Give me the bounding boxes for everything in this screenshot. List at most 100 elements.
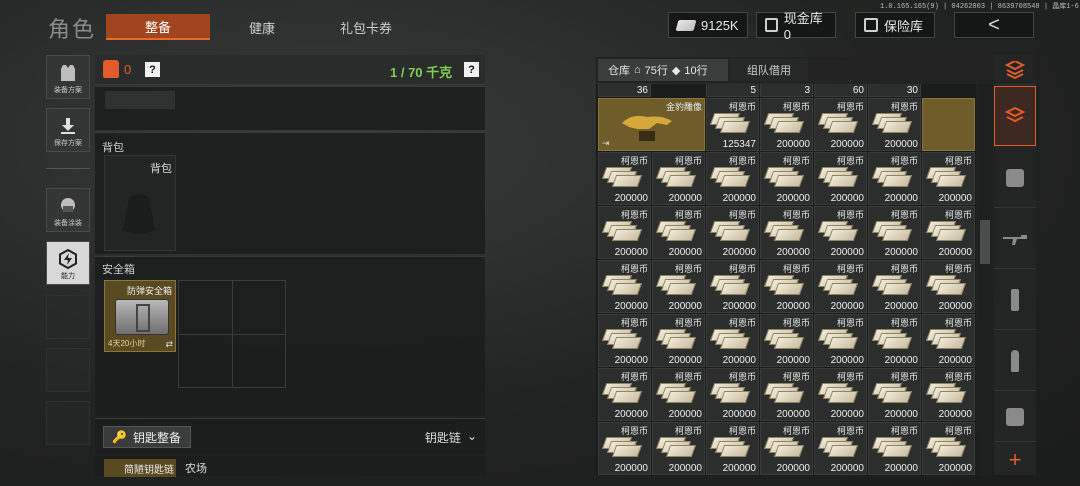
warehouse-item-coin[interactable]: 柯恩币 200000 [922, 206, 975, 259]
category-accessories[interactable] [994, 392, 1036, 442]
warehouse-item-golden-statue[interactable] [922, 98, 975, 151]
warehouse-item-coin[interactable]: 柯恩币 200000 [760, 98, 813, 151]
coin-bundle-icon [763, 275, 805, 297]
category-weapons[interactable] [994, 209, 1036, 269]
warehouse-item-coin[interactable]: 柯恩币 200000 [868, 314, 921, 367]
safebox-item[interactable]: 防弹安全箱 4天20小时 ⇄ [104, 280, 176, 352]
tab-health[interactable]: 健康 [210, 14, 314, 40]
warehouse-item-coin[interactable]: 柯恩币 200000 [814, 260, 867, 313]
category-armor[interactable] [994, 148, 1036, 208]
cash-vault-button[interactable]: 现金库 0 [756, 11, 836, 42]
warehouse-item-coin[interactable]: 柯恩币 200000 [706, 206, 759, 259]
add-button[interactable]: + [994, 446, 1036, 474]
tab-warehouse[interactable]: 仓库 ⌂ 75行 ◆ 10行 [598, 59, 728, 81]
currency-display[interactable]: 9125K [668, 12, 748, 38]
warehouse-item-coin[interactable]: 柯恩币 200000 [598, 260, 651, 313]
warehouse-item-coin[interactable]: 柯恩币 200000 [598, 206, 651, 259]
warehouse-item-coin[interactable]: 柯恩币 125347 [706, 98, 759, 151]
coin-bundle-icon [655, 221, 697, 243]
warehouse-item-coin[interactable]: 柯恩币 200000 [706, 422, 759, 475]
warehouse-item-coin[interactable]: 柯恩币 200000 [922, 368, 975, 421]
insurance-vault-button[interactable]: 保险库 [855, 12, 935, 38]
warehouse-item-coin[interactable]: 柯恩币 200000 [922, 260, 975, 313]
warehouse-item-coin[interactable]: 柯恩币 200000 [706, 152, 759, 205]
warehouse-item-golden-leopard[interactable]: 金豹雕像 ⇥ [598, 98, 705, 151]
item-count: 200000 [830, 301, 864, 312]
warehouse-item-coin[interactable]: 柯恩币 200000 [598, 152, 651, 205]
warehouse-item-coin[interactable]: 柯恩币 200000 [652, 260, 705, 313]
warehouse-item-coin[interactable]: 柯恩币 200000 [760, 422, 813, 475]
warehouse-item-coin[interactable]: 柯恩币 200000 [598, 368, 651, 421]
swap-icon[interactable]: ⇄ [165, 339, 173, 350]
warehouse-item-coin[interactable]: 柯恩币 200000 [868, 368, 921, 421]
help-icon[interactable]: ? [145, 62, 160, 77]
safebox-section-label: 安全箱 [102, 264, 135, 276]
sort-button[interactable] [994, 55, 1036, 85]
warehouse-item-coin[interactable]: 柯恩币 200000 [706, 314, 759, 367]
sidebar-item-loadout-skin[interactable]: 装备涂装 [46, 188, 90, 232]
coin-bundle-icon [871, 383, 913, 405]
key-loadout-button[interactable]: 🔑 钥匙整备 [103, 426, 191, 448]
sidebar-item-save-plan[interactable]: 保存方案 [46, 108, 90, 152]
equipment-slot[interactable] [105, 91, 175, 109]
help-icon[interactable]: ? [464, 62, 479, 77]
back-button[interactable]: < [954, 12, 1034, 38]
warehouse-item-coin[interactable]: 柯恩币 200000 [760, 206, 813, 259]
warehouse-item-coin[interactable]: 柯恩币 200000 [760, 260, 813, 313]
coin-bundle-icon [925, 437, 967, 459]
warehouse-item-coin[interactable]: 柯恩币 200000 [922, 422, 975, 475]
warehouse-scrollbar[interactable] [978, 84, 992, 476]
warehouse-item-coin[interactable]: 柯恩币 200000 [652, 368, 705, 421]
coin-bundle-icon [763, 113, 805, 135]
coin-bundle-icon [871, 329, 913, 351]
warehouse-item-coin[interactable]: 柯恩币 200000 [868, 152, 921, 205]
warehouse-cell[interactable]: 60 [814, 84, 867, 97]
warehouse-cell[interactable]: 5 [706, 84, 759, 97]
item-count: 200000 [614, 355, 648, 366]
warehouse-cell[interactable]: 30 [868, 84, 921, 97]
tab-team-borrow[interactable]: 组队借用 [730, 59, 808, 81]
category-ammo[interactable] [994, 331, 1036, 391]
warehouse-cell[interactable]: 3 [760, 84, 813, 97]
warehouse-item-coin[interactable]: 柯恩币 200000 [652, 422, 705, 475]
warehouse-item-coin[interactable]: 柯恩币 200000 [814, 98, 867, 151]
warehouse-item-coin[interactable]: 柯恩币 200000 [922, 314, 975, 367]
warehouse-item-coin[interactable]: 柯恩币 200000 [814, 314, 867, 367]
backpack-slot[interactable]: 背包 [104, 155, 176, 251]
category-magazines[interactable] [994, 270, 1036, 330]
tab-gift-cards[interactable]: 礼包卡券 [314, 14, 418, 40]
warehouse-item-coin[interactable]: 柯恩币 200000 [868, 260, 921, 313]
warehouse-item-coin[interactable]: 柯恩币 200000 [598, 314, 651, 367]
item-name: 柯恩币 [944, 264, 972, 274]
warehouse-grid[interactable]: 36 5 3 60 30 金豹雕像 ⇥ 柯恩币 125347 柯恩币 200000 柯恩币 200000… [596, 84, 976, 476]
sidebar-item-loadout-plan[interactable]: 装备方案 [46, 55, 90, 99]
warehouse-item-coin[interactable]: 柯恩币 200000 [652, 152, 705, 205]
sidebar-item-ability[interactable]: 能力 [46, 241, 90, 285]
coin-bundle-icon [601, 167, 643, 189]
warehouse-cell[interactable]: 36 [598, 84, 651, 97]
warehouse-item-coin[interactable]: 柯恩币 200000 [760, 314, 813, 367]
warehouse-item-coin[interactable]: 柯恩币 200000 [814, 422, 867, 475]
warehouse-item-coin[interactable]: 柯恩币 200000 [868, 98, 921, 151]
warehouse-item-coin[interactable]: 柯恩币 200000 [814, 152, 867, 205]
warehouse-item-coin[interactable]: 柯恩币 200000 [760, 152, 813, 205]
safebox-grid[interactable] [178, 280, 286, 388]
warehouse-item-coin[interactable]: 柯恩币 200000 [760, 368, 813, 421]
warehouse-item-coin[interactable]: 柯恩币 200000 [922, 152, 975, 205]
keychain-item[interactable]: 简陋钥匙链 [104, 459, 176, 477]
warehouse-item-coin[interactable]: 柯恩币 200000 [814, 368, 867, 421]
warehouse-item-coin[interactable]: 柯恩币 200000 [868, 422, 921, 475]
warehouse-item-coin[interactable]: 柯恩币 200000 [652, 206, 705, 259]
category-all[interactable] [994, 86, 1036, 146]
keychain-dropdown[interactable]: 钥匙链 ⌄ [425, 429, 477, 446]
warehouse-item-coin[interactable]: 柯恩币 200000 [598, 422, 651, 475]
warehouse-item-coin[interactable]: 柯恩币 200000 [868, 206, 921, 259]
warehouse-item-coin[interactable]: 柯恩币 200000 [706, 368, 759, 421]
item-count: 200000 [776, 193, 810, 204]
tab-loadout[interactable]: 整备 [106, 14, 210, 40]
warehouse-item-coin[interactable]: 柯恩币 200000 [652, 314, 705, 367]
warehouse-item-coin[interactable]: 柯恩币 200000 [706, 260, 759, 313]
warehouse-scroll-thumb[interactable] [980, 220, 990, 264]
warehouse-item-coin[interactable]: 柯恩币 200000 [814, 206, 867, 259]
item-name: 柯恩币 [674, 156, 702, 166]
